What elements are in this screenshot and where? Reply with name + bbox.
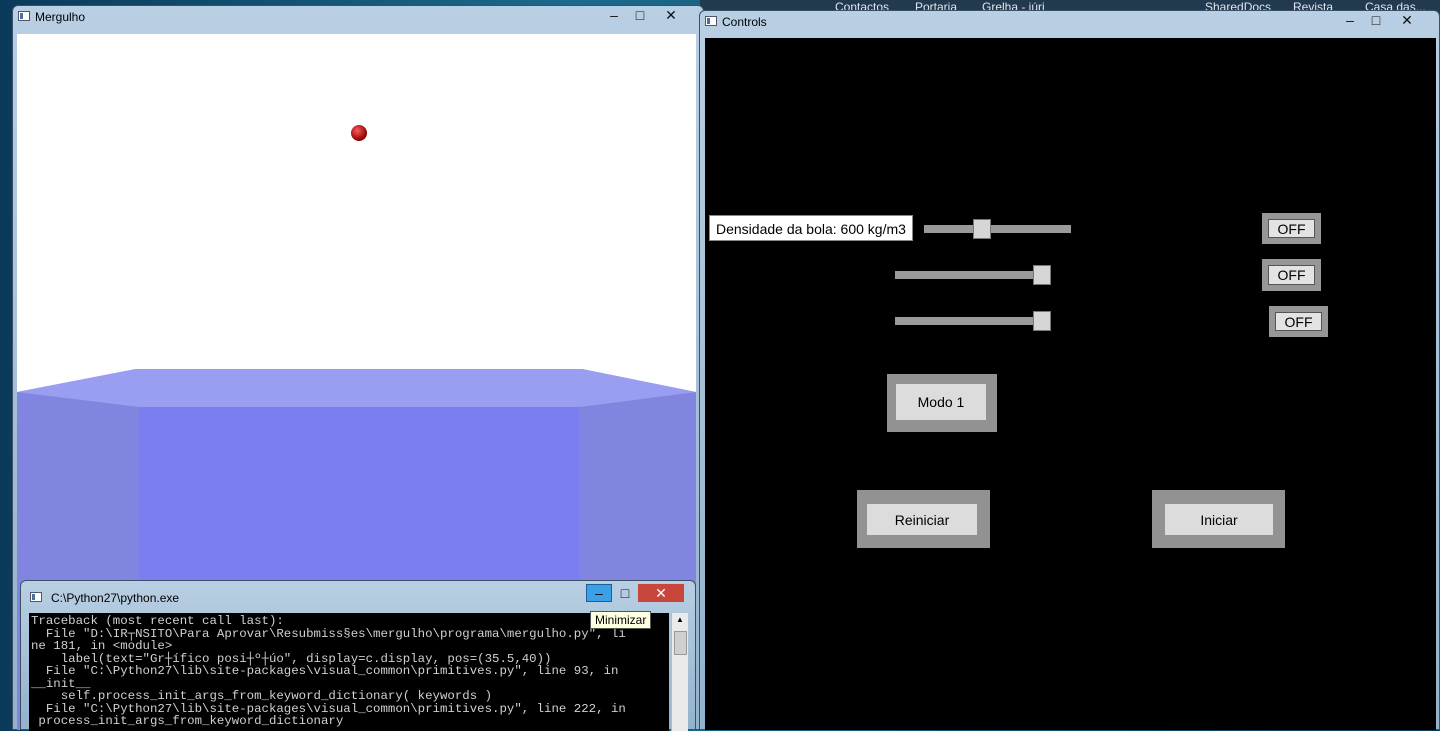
slider-knob[interactable] xyxy=(1033,265,1051,285)
ball xyxy=(351,125,367,141)
mode-button-label: Modo 1 xyxy=(896,384,986,420)
caption-buttons: – □ ✕ xyxy=(586,584,684,602)
toggle-button-3[interactable]: OFF xyxy=(1269,306,1328,337)
maximize-icon[interactable]: □ xyxy=(627,6,653,24)
start-button-label: Iniciar xyxy=(1165,504,1273,535)
tooltip: Minimizar xyxy=(590,611,652,629)
scroll-thumb[interactable] xyxy=(674,631,687,655)
scroll-up-icon[interactable]: ▲ xyxy=(672,613,688,627)
toggle-label: OFF xyxy=(1275,312,1322,331)
minimize-icon[interactable]: – xyxy=(1337,11,1363,29)
toggle-label: OFF xyxy=(1268,219,1315,238)
console-scrollbar[interactable]: ▲ xyxy=(671,613,688,731)
density-label: Densidade da bola: 600 kg/m3 xyxy=(709,215,913,241)
window-title: Mergulho xyxy=(35,10,86,24)
toggle-button-1[interactable]: OFF xyxy=(1262,213,1321,244)
slider-2[interactable] xyxy=(895,265,1051,285)
minimize-icon[interactable]: – xyxy=(586,584,612,602)
maximize-icon[interactable]: □ xyxy=(612,584,638,602)
console-text: Traceback (most recent call last): File … xyxy=(31,614,626,728)
app-icon xyxy=(30,592,42,602)
restart-button[interactable]: Reiniciar xyxy=(857,490,990,548)
density-slider[interactable] xyxy=(924,219,1071,239)
maximize-icon[interactable]: □ xyxy=(1363,11,1389,29)
toggle-button-2[interactable]: OFF xyxy=(1262,259,1321,291)
console-window: C:\Python27\python.exe – □ ✕ Traceback (… xyxy=(20,580,696,731)
app-icon xyxy=(18,11,30,21)
start-button[interactable]: Iniciar xyxy=(1152,490,1285,548)
caption-buttons: – □ ✕ xyxy=(601,6,689,24)
close-icon[interactable]: ✕ xyxy=(1389,11,1425,29)
app-icon xyxy=(705,16,717,26)
window-title: C:\Python27\python.exe xyxy=(51,591,180,605)
close-icon[interactable]: ✕ xyxy=(653,6,689,24)
slider-knob[interactable] xyxy=(1033,311,1051,331)
caption-buttons: – □ ✕ xyxy=(1337,11,1425,29)
toggle-label: OFF xyxy=(1268,265,1315,285)
mode-button[interactable]: Modo 1 xyxy=(887,374,997,432)
console-output[interactable]: Traceback (most recent call last): File … xyxy=(29,613,669,731)
slider-3[interactable] xyxy=(895,311,1051,331)
controls-canvas: Densidade da bola: 600 kg/m3 OFF OFF OFF… xyxy=(705,38,1436,730)
water-back-face xyxy=(17,369,696,407)
restart-button-label: Reiniciar xyxy=(867,504,977,535)
close-icon[interactable]: ✕ xyxy=(638,584,684,602)
window-title: Controls xyxy=(722,15,767,29)
minimize-icon[interactable]: – xyxy=(601,6,627,24)
slider-knob[interactable] xyxy=(973,219,991,239)
